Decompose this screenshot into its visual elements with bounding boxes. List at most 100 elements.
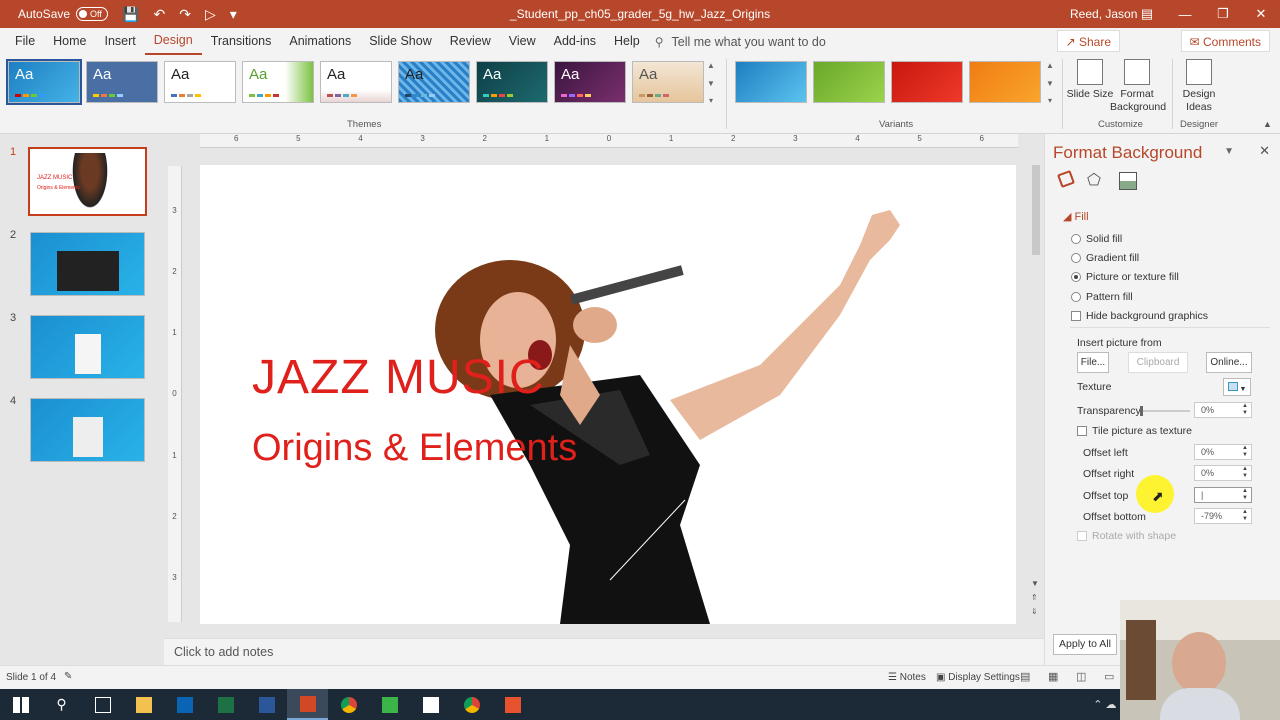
spell-check-icon[interactable]: ✎ <box>64 671 72 682</box>
slide-sorter-icon[interactable]: ▦ <box>1048 670 1058 683</box>
effects-pentagon-icon[interactable]: ⬠ <box>1087 172 1105 190</box>
tab-transitions[interactable]: Transitions <box>202 28 281 55</box>
reading-view-icon[interactable]: ◫ <box>1076 670 1086 683</box>
display-settings-button[interactable]: ▣ Display Settings <box>936 672 1020 683</box>
notes-toggle[interactable]: ☰ Notes <box>888 672 926 683</box>
task-view-button[interactable] <box>82 689 123 720</box>
slide-thumb-3[interactable] <box>30 315 145 379</box>
offset-left-spinner[interactable]: 0% ▲ ▼ <box>1194 444 1252 460</box>
tile-checkbox[interactable]: Tile picture as texture <box>1077 425 1192 437</box>
theme-5[interactable]: Aa <box>320 61 392 103</box>
excel-button[interactable] <box>205 689 246 720</box>
file-explorer-button[interactable] <box>123 689 164 720</box>
slide-thumb-1[interactable]: JAZZ MUSIC Origins & Elements <box>28 147 147 216</box>
tab-view[interactable]: View <box>500 28 545 55</box>
scroll-up-icon[interactable]: ▲ <box>707 61 715 70</box>
collapse-ribbon-icon[interactable]: ▲ <box>1263 119 1272 129</box>
tab-help[interactable]: Help <box>605 28 649 55</box>
theme-8[interactable]: Aa <box>554 61 626 103</box>
pattern-fill-option[interactable]: Pattern fill <box>1071 291 1133 303</box>
slide-scrollbar[interactable]: ▼ ⇑ ⇓ <box>1030 165 1042 623</box>
scroll-down-icon[interactable]: ▼ <box>1031 579 1039 588</box>
undo-icon[interactable]: ↶ <box>153 6 165 23</box>
variant-orange[interactable] <box>969 61 1041 103</box>
variants-scroll[interactable]: ▲ ▼ ▾ <box>1044 61 1056 105</box>
maximize-icon[interactable]: ❐ <box>1204 0 1242 28</box>
slide-subtitle[interactable]: Origins & Elements <box>252 427 577 470</box>
spinner-arrows-icon[interactable]: ▲ ▼ <box>1242 488 1248 502</box>
tell-me-search[interactable]: Tell me what you want to do <box>672 35 826 49</box>
rotate-with-shape-checkbox[interactable]: Rotate with shape <box>1077 530 1176 542</box>
redo-icon[interactable]: ↷ <box>179 6 191 23</box>
solid-fill-option[interactable]: Solid fill <box>1071 233 1122 245</box>
chrome-button[interactable] <box>328 689 369 720</box>
app-button[interactable] <box>410 689 451 720</box>
theme-9[interactable]: Aa <box>632 61 704 103</box>
clipboard-button[interactable]: Clipboard <box>1128 352 1188 373</box>
more-icon[interactable]: ▾ <box>1048 96 1052 105</box>
spinner-arrows-icon[interactable]: ▲ ▼ <box>1242 466 1248 480</box>
spinner-arrows-icon[interactable]: ▲ ▼ <box>1242 445 1248 459</box>
offset-bottom-spinner[interactable]: -79% ▲ ▼ <box>1194 508 1252 524</box>
theme-1[interactable]: Aa <box>6 59 82 105</box>
scroll-up-icon[interactable]: ▲ <box>1046 61 1054 70</box>
slide-title[interactable]: JAZZ MUSIC <box>252 350 545 405</box>
hide-background-checkbox[interactable]: Hide background graphics <box>1071 310 1208 322</box>
fill-section-header[interactable]: ◢ Fill <box>1063 210 1089 223</box>
theme-6[interactable]: Aa <box>398 61 470 103</box>
ribbon-display-icon[interactable]: ▤ <box>1128 0 1166 28</box>
scroll-thumb[interactable] <box>1032 165 1040 255</box>
offset-top-spinner[interactable]: | ▲ ▼ <box>1194 487 1252 503</box>
share-button[interactable]: ↗ Share <box>1056 30 1120 52</box>
save-icon[interactable]: 💾 <box>122 6 139 23</box>
tab-design[interactable]: Design <box>144 28 202 55</box>
variant-green[interactable] <box>813 61 885 103</box>
powerpoint-button[interactable] <box>287 689 328 720</box>
present-icon[interactable]: ▷ <box>205 6 216 23</box>
customize-qa-icon[interactable]: ▾ <box>230 6 237 23</box>
offset-right-spinner[interactable]: 0% ▲ ▼ <box>1194 465 1252 481</box>
close-icon[interactable]: ✕ <box>1242 0 1280 28</box>
fill-bucket-icon[interactable] <box>1057 170 1075 188</box>
slider-handle[interactable] <box>1140 406 1143 416</box>
slide-size-button[interactable]: Slide Size <box>1065 59 1115 101</box>
word-button[interactable] <box>246 689 287 720</box>
spinner-arrows-icon[interactable]: ▲ ▼ <box>1242 403 1248 417</box>
pane-options-icon[interactable]: ▼ <box>1224 146 1234 157</box>
variant-red[interactable] <box>891 61 963 103</box>
format-background-button[interactable]: Format Background <box>1110 59 1166 114</box>
tab-review[interactable]: Review <box>441 28 500 55</box>
scroll-down-icon[interactable]: ▼ <box>707 79 715 88</box>
design-ideas-button[interactable]: Design Ideas <box>1174 59 1224 114</box>
themes-scroll[interactable]: ▲ ▼ ▾ <box>705 61 717 105</box>
comments-button[interactable]: ✉ Comments <box>1180 30 1270 52</box>
file-button[interactable]: File... <box>1077 352 1109 373</box>
camtasia-button[interactable] <box>369 689 410 720</box>
chrome-button-2[interactable] <box>451 689 492 720</box>
normal-view-icon[interactable]: ▤ <box>1020 670 1030 683</box>
minimize-icon[interactable]: — <box>1166 0 1204 28</box>
spinner-arrows-icon[interactable]: ▲ ▼ <box>1242 509 1248 523</box>
tab-file[interactable]: File <box>6 28 44 55</box>
slideshow-view-icon[interactable]: ▭ <box>1104 670 1114 683</box>
apply-to-all-button[interactable]: Apply to All <box>1053 634 1117 655</box>
tab-home[interactable]: Home <box>44 28 95 55</box>
transparency-spinner[interactable]: 0% ▲ ▼ <box>1194 402 1252 418</box>
start-button[interactable] <box>0 689 41 720</box>
tab-animations[interactable]: Animations <box>280 28 360 55</box>
picture-icon[interactable] <box>1119 172 1137 190</box>
slide-thumb-4[interactable] <box>30 398 145 462</box>
slide-canvas[interactable]: JAZZ MUSIC Origins & Elements <box>200 165 1016 624</box>
theme-7[interactable]: Aa <box>476 61 548 103</box>
online-button[interactable]: Online... <box>1206 352 1252 373</box>
theme-2[interactable]: Aa <box>86 61 158 103</box>
slide-thumb-2[interactable] <box>30 232 145 296</box>
prev-slide-icon[interactable]: ⇑ <box>1031 593 1038 602</box>
tab-slide-show[interactable]: Slide Show <box>360 28 441 55</box>
transparency-slider[interactable] <box>1140 406 1190 416</box>
outlook-button[interactable] <box>164 689 205 720</box>
tab-add-ins[interactable]: Add-ins <box>545 28 605 55</box>
texture-dropdown[interactable]: ▼ <box>1223 378 1251 396</box>
notes-pane[interactable]: Click to add notes <box>164 638 1044 665</box>
gradient-fill-option[interactable]: Gradient fill <box>1071 252 1139 264</box>
